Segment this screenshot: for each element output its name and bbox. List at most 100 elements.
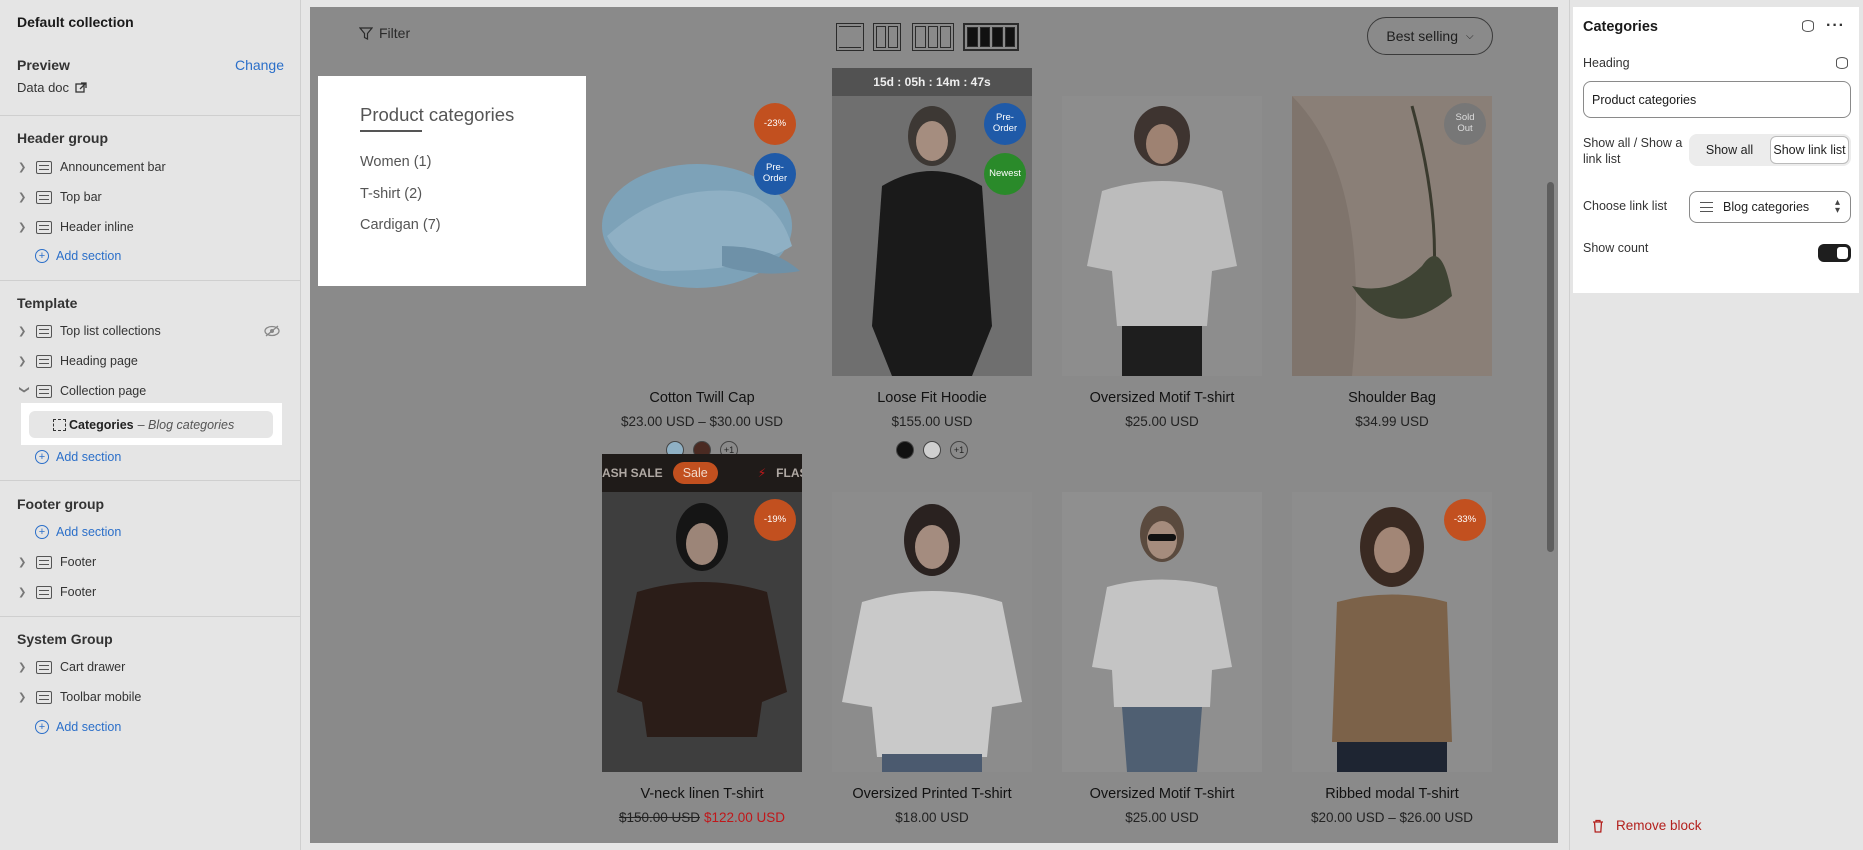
more-swatches[interactable]: +1 <box>950 441 968 459</box>
show-count-toggle[interactable] <box>1818 244 1851 262</box>
show-link-list-option[interactable]: Show link list <box>1770 136 1849 164</box>
flash-sale-text: ASH SALE <box>602 466 663 480</box>
layout-list-button[interactable] <box>836 23 864 51</box>
chevron-right-icon[interactable]: ❯ <box>18 557 30 568</box>
section-icon <box>36 690 52 704</box>
data-doc-label: Data doc <box>17 80 70 95</box>
list-icon <box>1700 202 1713 212</box>
heading-input[interactable]: Product categories <box>1583 81 1851 118</box>
section-footer[interactable]: ❯ Footer <box>18 581 280 603</box>
settings-card: Categories ··· Heading Product categorie… <box>1573 7 1859 293</box>
chevron-right-icon[interactable]: ❯ <box>18 162 30 173</box>
section-icon <box>36 324 52 338</box>
product-name[interactable]: Shoulder Bag <box>1272 390 1512 406</box>
chevron-right-icon[interactable]: ❯ <box>18 192 30 203</box>
color-swatch[interactable] <box>923 441 941 459</box>
divider <box>0 616 300 617</box>
section-header-inline[interactable]: ❯ Header inline <box>18 216 280 238</box>
section-heading-page[interactable]: ❯ Heading page <box>18 350 280 372</box>
product-image[interactable] <box>832 492 1032 772</box>
chevron-down-icon: ⌵ <box>1466 30 1474 42</box>
show-count-label: Show count <box>1583 241 1649 255</box>
section-label: Heading page <box>60 354 138 368</box>
section-collection-page[interactable]: ❯ Collection page <box>18 380 280 402</box>
collection-toolbar: Filter Best selling ⌵ <box>310 7 1558 67</box>
add-section-template[interactable]: + Add section <box>35 446 121 468</box>
template-group-title: Template <box>17 295 78 311</box>
product-image[interactable] <box>1062 96 1262 376</box>
preorder-badge: Pre- Order <box>754 153 796 195</box>
external-link-icon <box>75 81 87 93</box>
section-footer[interactable]: ❯ Footer <box>18 551 280 573</box>
add-section-header[interactable]: + Add section <box>35 245 121 267</box>
chevron-right-icon[interactable]: ❯ <box>18 662 30 673</box>
filter-button[interactable]: Filter <box>359 25 410 41</box>
chevron-right-icon[interactable]: ❯ <box>18 326 30 337</box>
layout-2-columns-button[interactable] <box>873 23 901 51</box>
change-preview-link[interactable]: Change <box>235 57 284 73</box>
product-name[interactable]: Oversized Motif T-shirt <box>1042 786 1282 802</box>
layout-4-columns-button[interactable] <box>963 23 1019 51</box>
categories-block[interactable]: Product categories Women (1) T-shirt (2)… <box>318 76 586 286</box>
section-label: Header inline <box>60 220 134 234</box>
heading-input-value: Product categories <box>1592 92 1697 107</box>
preview-scrollbar[interactable] <box>1547 182 1554 552</box>
section-top-bar[interactable]: ❯ Top bar <box>18 186 280 208</box>
more-options-icon[interactable]: ··· <box>1826 17 1845 35</box>
divider <box>0 280 300 281</box>
product-price: $155.00 USD <box>891 414 973 429</box>
store-preview: Filter Best selling ⌵ Product categories… <box>310 7 1558 843</box>
section-icon <box>36 220 52 234</box>
database-icon[interactable] <box>1802 20 1814 32</box>
link-list-select[interactable]: Blog categories ▴ ▾ <box>1689 191 1851 223</box>
bolt-icon: ⚡ <box>757 466 767 480</box>
category-link[interactable]: Cardigan (7) <box>360 217 441 233</box>
chevron-right-icon[interactable]: ❯ <box>18 587 30 598</box>
product-price: $20.00 USD – $26.00 USD <box>1310 810 1474 825</box>
categories-heading: Product categories <box>360 104 515 125</box>
layout-3-columns-button[interactable] <box>912 23 954 51</box>
product-name[interactable]: V-neck linen T-shirt <box>582 786 822 802</box>
block-categories[interactable]: Categories – Blog categories <box>29 411 273 438</box>
section-icon <box>36 384 52 398</box>
filter-icon <box>359 26 373 40</box>
category-link[interactable]: T-shirt (2) <box>360 186 422 202</box>
section-icon <box>36 585 52 599</box>
discount-badge: -33% <box>1444 499 1486 541</box>
chevron-right-icon[interactable]: ❯ <box>18 692 30 703</box>
heading-label: Heading <box>1583 56 1630 70</box>
section-cart-drawer[interactable]: ❯ Cart drawer <box>18 656 280 678</box>
sort-label: Best selling <box>1386 28 1458 44</box>
section-label: Top list collections <box>60 324 161 338</box>
chevron-right-icon[interactable]: ❯ <box>18 222 30 233</box>
category-link[interactable]: Women (1) <box>360 154 431 170</box>
color-swatch[interactable] <box>896 441 914 459</box>
chevron-down-icon[interactable]: ❯ <box>19 385 30 397</box>
sold-out-badge: Sold Out <box>1444 103 1486 145</box>
product-image[interactable] <box>1062 492 1262 772</box>
chevron-right-icon[interactable]: ❯ <box>18 356 30 367</box>
section-toolbar-mobile[interactable]: ❯ Toolbar mobile <box>18 686 280 708</box>
sort-select[interactable]: Best selling ⌵ <box>1367 17 1493 55</box>
eye-hidden-icon[interactable] <box>264 325 280 337</box>
data-doc-link[interactable]: Data doc <box>17 80 87 95</box>
section-announcement-bar[interactable]: ❯ Announcement bar <box>18 156 280 178</box>
remove-block-button[interactable]: Remove block <box>1592 818 1702 833</box>
section-icon <box>36 660 52 674</box>
remove-block-label: Remove block <box>1616 818 1702 833</box>
section-label: Toolbar mobile <box>60 690 142 704</box>
add-section-footer[interactable]: + Add section <box>35 521 121 543</box>
product-name[interactable]: Cotton Twill Cap <box>582 390 822 406</box>
product-name[interactable]: Oversized Printed T-shirt <box>812 786 1052 802</box>
product-name[interactable]: Ribbed modal T-shirt <box>1272 786 1512 802</box>
link-list-label: Choose link list <box>1583 199 1668 213</box>
section-label: Top bar <box>60 190 102 204</box>
section-top-list-collections[interactable]: ❯ Top list collections <box>18 320 280 342</box>
product-name[interactable]: Loose Fit Hoodie <box>812 390 1052 406</box>
product-name[interactable]: Oversized Motif T-shirt <box>1042 390 1282 406</box>
product-price: $18.00 USD <box>895 810 969 825</box>
dynamic-source-icon[interactable] <box>1836 57 1848 69</box>
show-all-option[interactable]: Show all <box>1691 136 1768 164</box>
add-section-system[interactable]: + Add section <box>35 716 121 738</box>
countdown-timer: 15d : 05h : 14m : 47s <box>832 68 1032 96</box>
